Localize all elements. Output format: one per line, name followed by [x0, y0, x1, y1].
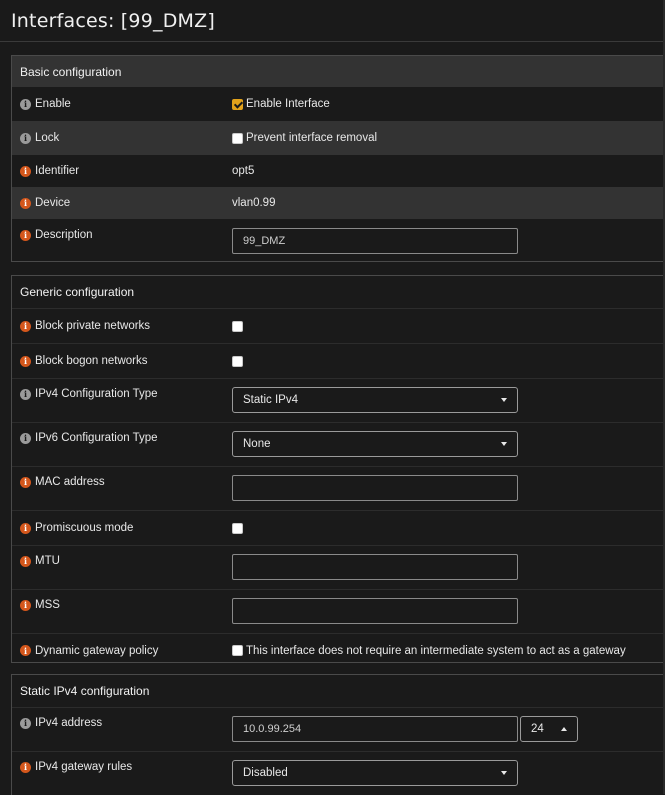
ipv4-gateway-rules-label: IPv4 gateway rules	[35, 761, 133, 773]
block-private-checkbox[interactable]	[232, 320, 243, 332]
section-title: Basic configuration	[20, 64, 122, 79]
info-icon[interactable]: i	[20, 599, 31, 611]
info-icon[interactable]: i	[20, 645, 31, 656]
prevent-removal-checkbox-label[interactable]: Prevent interface removal	[246, 132, 377, 144]
info-icon[interactable]: i	[20, 476, 31, 488]
basic-configuration-section: Basic configuration i Enable Enable Inte…	[11, 55, 665, 262]
identifier-label: Identifier	[35, 165, 80, 177]
ipv4-gateway-rules-selected: Disabled	[243, 767, 288, 779]
promiscuous-row: i Promiscuous mode	[12, 510, 665, 545]
info-icon[interactable]: i	[20, 355, 31, 367]
ipv4-type-row: i IPv4 Configuration Type Static IPv4	[12, 378, 665, 422]
gateway-policy-label: Dynamic gateway policy	[35, 644, 159, 657]
ipv4-gateway-rules-row: i IPv4 gateway rules Disabled	[12, 751, 665, 795]
basic-configuration-header: Basic configuration	[12, 56, 665, 87]
gateway-policy-row: i Dynamic gateway policy This interface …	[12, 633, 665, 667]
mac-label: MAC address	[35, 476, 105, 488]
ipv6-type-row: i IPv6 Configuration Type None	[12, 422, 665, 466]
info-icon[interactable]: i	[20, 165, 31, 177]
lock-row: i Lock Prevent interface removal	[12, 121, 665, 155]
ipv6-type-select[interactable]: None	[232, 431, 518, 457]
description-label: Description	[35, 229, 93, 241]
description-row: i Description 99_DMZ	[12, 219, 665, 259]
info-icon[interactable]: i	[20, 132, 31, 144]
lock-label: Lock	[35, 132, 60, 144]
ipv4-address-row: i IPv4 address 10.0.99.254 24	[12, 708, 665, 751]
chevron-down-icon	[501, 398, 507, 402]
enable-interface-checkbox[interactable]	[232, 98, 243, 110]
ipv4-type-select[interactable]: Static IPv4	[232, 387, 518, 413]
prevent-removal-checkbox[interactable]	[232, 132, 243, 144]
section-title: Generic configuration	[20, 285, 135, 299]
block-private-row: i Block private networks	[12, 309, 665, 343]
ipv6-type-label: IPv6 Configuration Type	[35, 432, 158, 444]
mtu-input[interactable]	[232, 554, 518, 580]
block-bogon-checkbox[interactable]	[232, 355, 243, 367]
page-title: Interfaces: [99_DMZ]	[11, 9, 215, 32]
section-title: Static IPv4 configuration	[20, 684, 150, 698]
ipv4-gateway-rules-select[interactable]: Disabled	[232, 760, 518, 786]
info-icon[interactable]: i	[20, 555, 31, 567]
device-value: vlan0.99	[232, 197, 276, 209]
ipv4-type-selected: Static IPv4	[243, 394, 298, 406]
mss-label: MSS	[35, 599, 60, 611]
block-bogon-label: Block bogon networks	[35, 355, 148, 367]
info-icon[interactable]: i	[20, 432, 31, 444]
gateway-policy-checkbox[interactable]	[232, 645, 243, 656]
generic-configuration-header: Generic configuration	[12, 276, 665, 309]
static-ipv4-header: Static IPv4 configuration	[12, 675, 665, 708]
info-icon[interactable]: i	[20, 320, 31, 332]
block-bogon-row: i Block bogon networks	[12, 343, 665, 378]
enable-label: Enable	[35, 98, 71, 110]
info-icon[interactable]: i	[20, 229, 31, 241]
promiscuous-checkbox[interactable]	[232, 522, 243, 534]
enable-interface-checkbox-label[interactable]: Enable Interface	[246, 98, 330, 110]
mtu-row: i MTU	[12, 545, 665, 589]
device-row: i Device vlan0.99	[12, 187, 665, 219]
promiscuous-label: Promiscuous mode	[35, 522, 134, 534]
subnet-mask-selected: 24	[531, 723, 544, 735]
info-icon[interactable]: i	[20, 388, 31, 400]
subnet-mask-select[interactable]: 24	[520, 716, 578, 742]
info-icon[interactable]: i	[20, 98, 31, 110]
gateway-policy-checkbox-label[interactable]: This interface does not require an inter…	[246, 645, 626, 657]
generic-configuration-section: Generic configuration i Block private ne…	[11, 275, 665, 663]
info-icon[interactable]: i	[20, 522, 31, 534]
page-header: Interfaces: [99_DMZ]	[0, 0, 665, 42]
identifier-row: i Identifier opt5	[12, 155, 665, 187]
ipv6-type-selected: None	[243, 438, 271, 450]
description-input[interactable]: 99_DMZ	[232, 228, 518, 254]
device-label: Device	[35, 197, 71, 209]
info-icon[interactable]: i	[20, 197, 31, 209]
mss-input[interactable]	[232, 598, 518, 624]
mtu-label: MTU	[35, 555, 60, 567]
chevron-down-icon	[501, 442, 507, 446]
ipv4-address-label: IPv4 address	[35, 717, 103, 729]
info-icon[interactable]: i	[20, 761, 31, 773]
mac-row: i MAC address	[12, 466, 665, 510]
ipv4-address-input[interactable]: 10.0.99.254	[232, 716, 518, 742]
ipv4-type-label: IPv4 Configuration Type	[35, 388, 158, 400]
mac-address-input[interactable]	[232, 475, 518, 501]
block-private-label: Block private networks	[35, 320, 151, 332]
chevron-up-icon	[561, 727, 567, 731]
mss-row: i MSS	[12, 589, 665, 633]
enable-row: i Enable Enable Interface	[12, 87, 665, 121]
static-ipv4-section: Static IPv4 configuration i IPv4 address…	[11, 674, 665, 795]
chevron-down-icon	[501, 771, 507, 775]
info-icon[interactable]: i	[20, 717, 31, 729]
identifier-value: opt5	[232, 165, 255, 177]
